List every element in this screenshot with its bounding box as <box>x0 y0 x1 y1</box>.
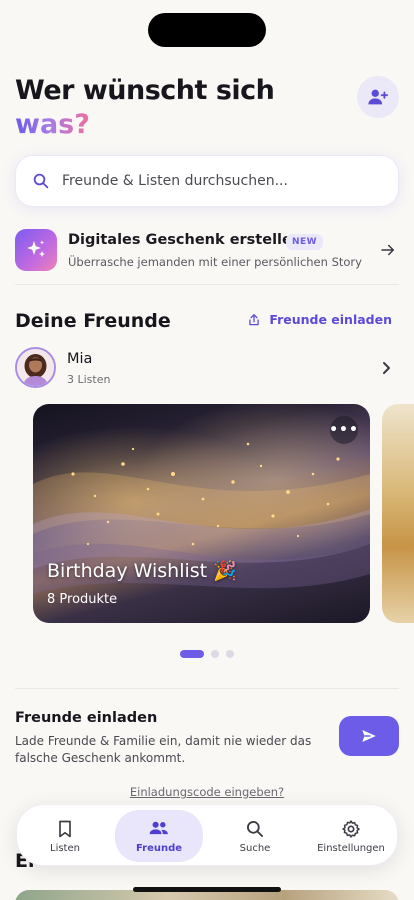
people-icon <box>149 821 168 834</box>
tab-bar: Listen Freunde Suche Einstellungen <box>16 804 398 866</box>
page-title-accent: was? <box>15 109 90 140</box>
card-image <box>33 442 370 594</box>
add-friend-button[interactable] <box>357 76 399 118</box>
friend-list-count: 3 Listen <box>67 373 111 386</box>
search-input[interactable] <box>62 173 362 189</box>
wishlist-card[interactable]: ••• Birthday Wishlist 🎉 8 Produkte <box>33 404 370 623</box>
search-icon <box>33 173 49 189</box>
send-icon <box>362 730 376 742</box>
share-icon <box>249 313 260 325</box>
divider <box>15 284 399 285</box>
invite-title: Freunde einladen <box>15 710 158 726</box>
carousel-pagination <box>180 650 241 658</box>
search-bar[interactable] <box>15 155 399 207</box>
friend-row[interactable]: Mia 3 Listen <box>15 347 399 389</box>
pagination-dot[interactable] <box>180 650 204 658</box>
tab-einstellungen[interactable]: Einstellungen <box>307 810 395 862</box>
header: Wer wünscht sich was? <box>15 74 399 142</box>
dynamic-island <box>148 13 266 47</box>
home-indicator <box>133 887 281 892</box>
card-title: Birthday Wishlist 🎉 <box>47 560 237 582</box>
avatar <box>15 347 56 388</box>
tab-label: Einstellungen <box>317 842 385 854</box>
friends-section-title: Deine Freunde <box>15 310 171 332</box>
digital-gift-promo[interactable]: Digitales Geschenk erstellen NEW Überras… <box>15 229 399 273</box>
search-icon <box>247 820 263 837</box>
promo-title: Digitales Geschenk erstellen <box>68 232 303 248</box>
friend-name: Mia <box>67 351 93 367</box>
arrow-right-icon <box>381 244 394 256</box>
invite-friends-label: Freunde einladen <box>269 312 392 327</box>
invite-code-link[interactable]: Einladungscode eingeben? <box>0 785 414 799</box>
invite-description: Lade Freunde & Familie ein, damit nie wi… <box>15 734 312 765</box>
divider <box>15 688 399 689</box>
pagination-dot[interactable] <box>211 650 219 658</box>
bookmark-icon <box>59 820 71 837</box>
pagination-dot[interactable] <box>226 650 234 658</box>
person-add-icon <box>368 89 389 105</box>
invite-friends-link[interactable]: Freunde einladen <box>247 312 392 327</box>
new-badge: NEW <box>286 234 324 250</box>
promo-subtitle: Überrasche jemanden mit einer persönlich… <box>68 255 362 269</box>
tab-label: Freunde <box>135 842 183 854</box>
tab-suche[interactable]: Suche <box>211 810 299 862</box>
sparkles-icon <box>15 229 57 271</box>
tab-listen[interactable]: Listen <box>21 810 109 862</box>
chevron-right-icon <box>383 362 390 374</box>
card-more-button[interactable]: ••• <box>329 416 358 444</box>
card-product-count: 8 Produkte <box>47 592 118 607</box>
tab-label: Listen <box>50 842 80 854</box>
tab-freunde[interactable]: Freunde <box>115 810 203 862</box>
tab-label: Suche <box>239 842 271 854</box>
page-title: Wer wünscht sich <box>15 75 275 106</box>
gear-icon <box>342 819 360 838</box>
next-wishlist-card[interactable] <box>382 404 414 623</box>
send-invite-button[interactable] <box>339 716 399 756</box>
